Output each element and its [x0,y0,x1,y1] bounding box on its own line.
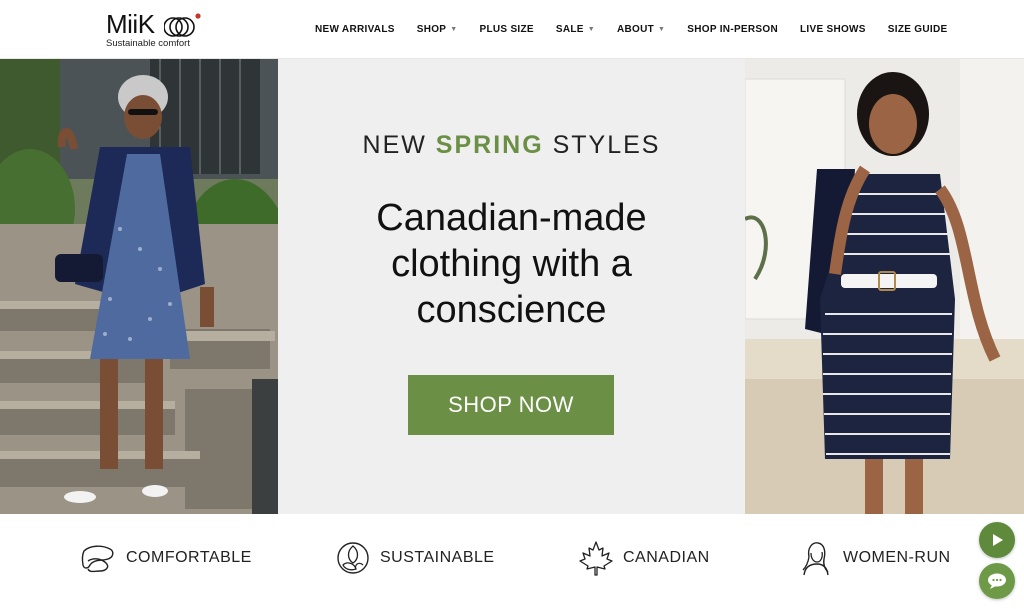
hero-headline: Canadian-made clothing with a conscience [376,197,647,331]
nav-label: SALE [555,24,584,35]
brand-logo[interactable]: MiiK Sustainable comfort [106,9,202,51]
feature-comfortable: COMFORTABLE [80,538,252,578]
hero-eyebrow: NEW SPRING STYLES [278,131,745,160]
hero-photo-right[interactable] [745,59,1024,514]
brand-tagline: Sustainable comfort [106,38,190,49]
feature-label: WOMEN-RUN [843,549,951,566]
play-video-button[interactable] [979,522,1015,558]
brand-name: MiiK [106,9,155,39]
nav-label: SHOP IN-PERSON [687,24,778,35]
leaf-globe-icon [337,542,369,574]
model-photo-right [745,59,1024,514]
chevron-down-icon: ▼ [587,26,595,33]
nav-shop-in-person[interactable]: SHOP IN-PERSON [687,24,778,35]
feature-women-run: WOMEN-RUN [797,538,951,578]
maple-leaf-icon [579,541,613,576]
nav-label: NEW ARRIVALS [315,24,395,35]
feature-sustainable: SUSTAINABLE [334,538,495,578]
nav-size-guide[interactable]: SIZE GUIDE [888,24,948,35]
hero-banner: NEW SPRING STYLES Canadian-made clothing… [0,59,1024,514]
shop-now-button[interactable]: SHOP NOW [408,375,614,435]
socks-icon [81,545,114,573]
play-icon [993,534,1003,546]
nav-live-shows[interactable]: LIVE SHOWS [800,24,866,35]
nav-label: ABOUT [616,24,655,35]
nav-shop[interactable]: SHOP ▼ [417,24,458,35]
nav-label: SIZE GUIDE [887,24,948,35]
feature-label: CANADIAN [623,549,710,566]
chevron-down-icon: ▼ [450,26,458,33]
nav-label: LIVE SHOWS [799,24,866,35]
chevron-down-icon: ▼ [658,26,666,33]
feature-label: COMFORTABLE [126,549,252,566]
nav-about[interactable]: ABOUT ▼ [617,24,665,35]
logo-rings-icon [164,13,201,37]
chat-button[interactable] [979,563,1015,599]
nav-label: PLUS SIZE [479,24,534,35]
model-photo-left [0,59,278,514]
feature-label: SUSTAINABLE [380,549,495,566]
main-nav: NEW ARRIVALS SHOP ▼ PLUS SIZE SALE ▼ ABOUT… [315,0,947,59]
features-bar: COMFORTABLE SUSTAINABLE CANADIAN WOMEN-R… [0,514,1024,609]
feature-canadian: CANADIAN [577,538,710,578]
hero-photo-left[interactable] [0,59,278,514]
site-header: MiiK Sustainable comfort NEW ARRIVALS SH… [0,0,1024,59]
eyebrow-suffix: STYLES [552,131,661,159]
nav-label: SHOP [416,24,447,35]
chat-icon [988,573,1006,589]
eyebrow-accent: SPRING [435,131,544,159]
nav-new-arrivals[interactable]: NEW ARRIVALS [315,24,395,35]
nav-plus-size[interactable]: PLUS SIZE [480,24,534,35]
woman-icon [802,542,829,576]
hero-content: NEW SPRING STYLES Canadian-made clothing… [278,59,745,514]
eyebrow-prefix: NEW [362,131,427,159]
nav-sale[interactable]: SALE ▼ [556,24,595,35]
